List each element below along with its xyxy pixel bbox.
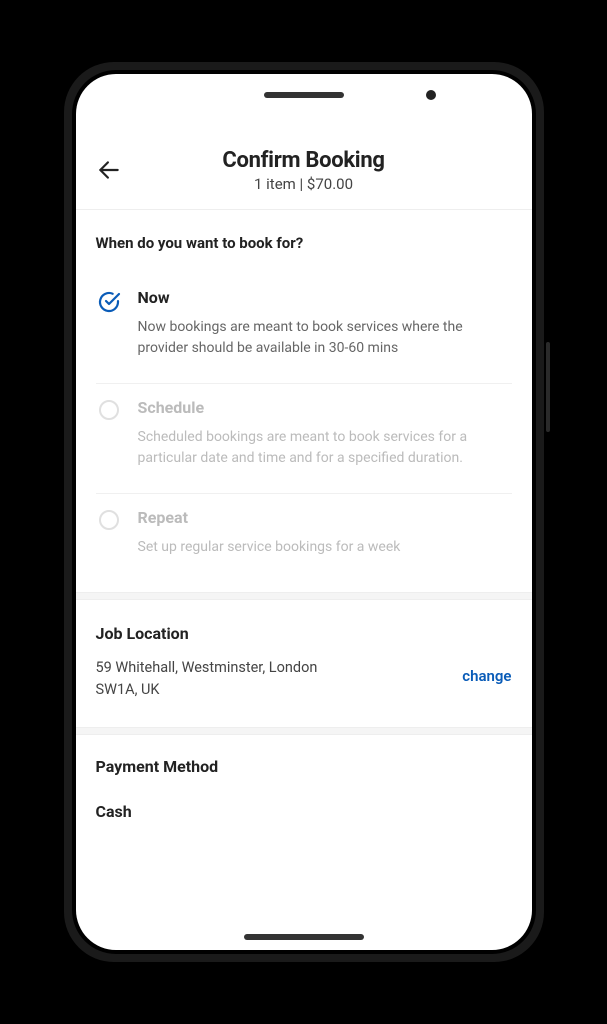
payment-section: Payment Method Cash [76,735,532,821]
booking-time-section: When do you want to book for? Now [76,210,532,592]
option-schedule-content: Schedule Scheduled bookings are meant to… [138,398,512,469]
option-repeat-label: Repeat [138,508,512,527]
option-repeat-radio [96,510,122,530]
screen-content: Confirm Booking 1 item | $70.00 When do … [76,134,532,930]
option-repeat[interactable]: Repeat Set up regular service bookings f… [96,494,512,582]
page-title: Confirm Booking [96,148,512,173]
header: Confirm Booking 1 item | $70.00 [76,134,532,210]
option-now-desc: Now bookings are meant to book services … [138,317,512,359]
page-subtitle: 1 item | $70.00 [96,175,512,193]
section-divider [76,592,532,600]
radio-empty-icon [99,400,119,420]
option-schedule-radio [96,400,122,420]
payment-value: Cash [96,802,512,821]
booking-time-question: When do you want to book for? [96,234,512,252]
location-section: Job Location 59 Whitehall, Westminster, … [76,600,532,727]
payment-title: Payment Method [96,757,512,776]
radio-empty-icon [99,510,119,530]
phone-speaker [264,92,344,98]
option-now-content: Now Now bookings are meant to book servi… [138,288,512,359]
section-divider [76,727,532,735]
option-now-radio [96,290,122,318]
option-schedule-label: Schedule [138,398,512,417]
phone-shadow [84,984,524,1004]
screen: Confirm Booking 1 item | $70.00 When do … [76,74,532,950]
option-schedule[interactable]: Schedule Scheduled bookings are meant to… [96,384,512,494]
address-line-2: SW1A, UK [96,679,451,701]
back-button[interactable] [96,157,122,187]
phone-inner: Confirm Booking 1 item | $70.00 When do … [72,70,536,954]
option-repeat-desc: Set up regular service bookings for a we… [138,537,512,558]
address-line-1: 59 Whitehall, Westminster, London [96,657,451,679]
option-now[interactable]: Now Now bookings are meant to book servi… [96,274,512,384]
phone-frame: Confirm Booking 1 item | $70.00 When do … [64,62,544,962]
home-indicator [244,934,364,940]
location-title: Job Location [96,624,512,643]
check-circle-icon [97,290,121,318]
location-address: 59 Whitehall, Westminster, London SW1A, … [96,657,451,701]
change-location-link[interactable]: change [462,667,511,685]
phone-camera [426,90,436,100]
arrow-left-icon [96,157,122,187]
option-now-label: Now [138,288,512,307]
location-row: 59 Whitehall, Westminster, London SW1A, … [96,657,512,701]
option-repeat-content: Repeat Set up regular service bookings f… [138,508,512,558]
option-schedule-desc: Scheduled bookings are meant to book ser… [138,427,512,469]
phone-power-button [546,342,550,432]
header-center: Confirm Booking 1 item | $70.00 [96,148,512,193]
